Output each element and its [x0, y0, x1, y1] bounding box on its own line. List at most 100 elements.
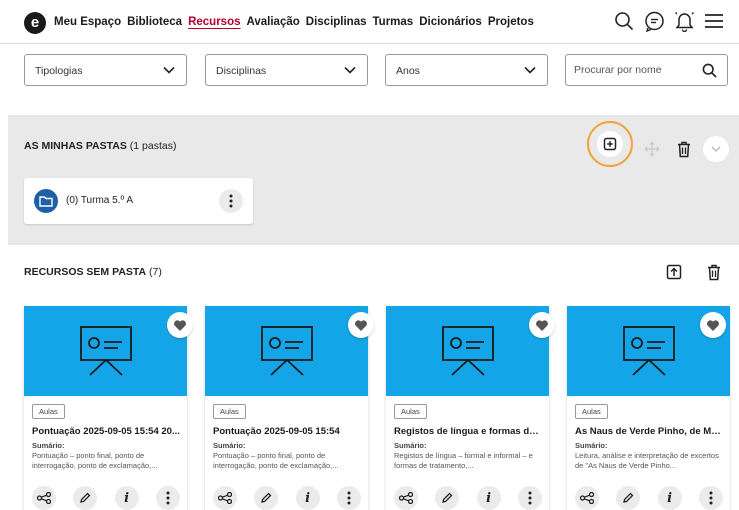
- anos-select-value: Anos: [396, 65, 420, 77]
- share-button[interactable]: [394, 486, 418, 510]
- disciplinas-select-value: Disciplinas: [216, 65, 267, 77]
- summary-text: Registos de língua – formal e informal –…: [394, 451, 533, 470]
- move-icon: [644, 141, 660, 157]
- edit-button[interactable]: [435, 486, 460, 510]
- move-to-folder-icon: [666, 264, 682, 280]
- tipologias-select[interactable]: Tipologias: [24, 54, 187, 86]
- pencil-icon: [442, 492, 453, 503]
- summary-label: Sumário:: [213, 441, 246, 450]
- presentation-board-icon: [79, 326, 132, 376]
- info-icon: i: [124, 490, 130, 506]
- share-button[interactable]: [32, 486, 56, 510]
- resource-title[interactable]: Pontuação 2025-09-05 15:54 20...: [32, 426, 180, 437]
- resource-card[interactable]: Aulas Pontuação 2025-09-05 15:54 20... S…: [24, 306, 193, 510]
- chevron-down-icon: [344, 66, 356, 74]
- resource-title[interactable]: Registos de língua e formas de ...: [394, 426, 542, 437]
- nav-item-biblioteca[interactable]: Biblioteca: [127, 16, 182, 28]
- main-nav: Meu Espaço Biblioteca Recursos Avaliação…: [54, 16, 534, 28]
- resource-type-tag: Aulas: [394, 404, 427, 419]
- resource-thumbnail: [567, 306, 730, 396]
- share-button[interactable]: [575, 486, 599, 510]
- card-actions: i: [32, 486, 180, 510]
- share-icon: [37, 492, 51, 504]
- summary-text: Pontuação – ponto final, ponto de interr…: [213, 451, 339, 470]
- edit-button[interactable]: [254, 486, 279, 510]
- nav-item-projetos[interactable]: Projetos: [488, 16, 534, 28]
- resource-type-tag: Aulas: [213, 404, 246, 419]
- edit-button[interactable]: [616, 486, 641, 510]
- info-button[interactable]: i: [476, 486, 501, 510]
- disciplinas-select[interactable]: Disciplinas: [205, 54, 368, 86]
- nav-item-disciplinas[interactable]: Disciplinas: [306, 16, 367, 28]
- favorite-button[interactable]: [700, 312, 726, 338]
- delete-resources-button[interactable]: [701, 259, 727, 285]
- nav-item-dicionarios[interactable]: Dicionários: [419, 16, 482, 28]
- card-actions: i: [575, 486, 723, 510]
- add-folder-highlight: [587, 121, 633, 167]
- menu-icon[interactable]: [703, 9, 725, 33]
- share-button[interactable]: [213, 486, 237, 510]
- folder-icon: [34, 189, 58, 213]
- info-icon: i: [305, 490, 311, 506]
- more-button[interactable]: [517, 486, 542, 510]
- header-icons: [613, 9, 725, 33]
- resources-actions: [661, 259, 727, 285]
- info-icon: i: [486, 490, 492, 506]
- heart-icon: [355, 319, 367, 331]
- heart-icon: [707, 319, 719, 331]
- more-button[interactable]: [155, 486, 180, 510]
- more-button[interactable]: [336, 486, 361, 510]
- presentation-board-icon: [260, 326, 313, 376]
- favorite-button[interactable]: [167, 312, 193, 338]
- folder-name: (0) Turma 5.º A: [66, 195, 134, 206]
- trash-icon: [678, 141, 690, 157]
- favorite-button[interactable]: [348, 312, 374, 338]
- nav-item-turmas[interactable]: Turmas: [373, 16, 414, 28]
- more-vertical-icon: [166, 491, 170, 505]
- resource-card[interactable]: Aulas Pontuação 2025-09-05 15:54 Sumário…: [205, 306, 374, 510]
- collapse-button[interactable]: [703, 136, 729, 162]
- move-to-folder-button[interactable]: [661, 259, 687, 285]
- folder-card[interactable]: (0) Turma 5.º A: [24, 178, 253, 224]
- share-icon: [580, 492, 594, 504]
- more-button[interactable]: [698, 486, 723, 510]
- summary-label: Sumário:: [32, 441, 65, 450]
- bell-icon[interactable]: [673, 9, 695, 33]
- summary-text: Leitura, análise e interpretação de exce…: [575, 451, 719, 470]
- heart-icon: [536, 319, 548, 331]
- search-icon[interactable]: [702, 63, 717, 78]
- resource-card[interactable]: Aulas Registos de língua e formas de ...…: [386, 306, 555, 510]
- move-button[interactable]: [639, 136, 665, 162]
- folder-more-button[interactable]: [219, 189, 243, 213]
- info-button[interactable]: i: [295, 486, 320, 510]
- edit-button[interactable]: [73, 486, 98, 510]
- info-icon: i: [667, 490, 673, 506]
- resource-type-tag: Aulas: [575, 404, 608, 419]
- search-input[interactable]: [566, 55, 686, 85]
- pencil-icon: [80, 492, 91, 503]
- resource-title[interactable]: Pontuação 2025-09-05 15:54: [213, 426, 361, 437]
- info-button[interactable]: i: [657, 486, 682, 510]
- resources-heading: RECURSOS SEM PASTA (7): [24, 266, 162, 278]
- share-icon: [218, 492, 232, 504]
- resource-thumbnail: [24, 306, 193, 396]
- app-logo[interactable]: e: [24, 12, 46, 34]
- more-vertical-icon: [709, 491, 713, 505]
- add-folder-button[interactable]: [597, 131, 623, 157]
- nav-item-recursos[interactable]: Recursos: [188, 16, 240, 28]
- my-folders-heading: AS MINHAS PASTAS (1 pastas): [24, 140, 176, 152]
- anos-select[interactable]: Anos: [385, 54, 548, 86]
- nav-item-meu-espaco[interactable]: Meu Espaço: [54, 16, 121, 28]
- info-button[interactable]: i: [114, 486, 139, 510]
- delete-folder-button[interactable]: [671, 136, 697, 162]
- search-icon[interactable]: [613, 9, 635, 33]
- resource-card[interactable]: Aulas As Naus de Verde Pinho, de Ma... S…: [567, 306, 730, 510]
- tipologias-select-value: Tipologias: [35, 65, 83, 77]
- favorite-button[interactable]: [529, 312, 555, 338]
- card-actions: i: [394, 486, 542, 510]
- nav-item-avaliacao[interactable]: Avaliação: [247, 16, 300, 28]
- resources-title: RECURSOS SEM PASTA: [24, 266, 147, 278]
- presentation-board-icon: [441, 326, 494, 376]
- resource-title[interactable]: As Naus de Verde Pinho, de Ma...: [575, 426, 723, 437]
- chat-icon[interactable]: [643, 9, 665, 33]
